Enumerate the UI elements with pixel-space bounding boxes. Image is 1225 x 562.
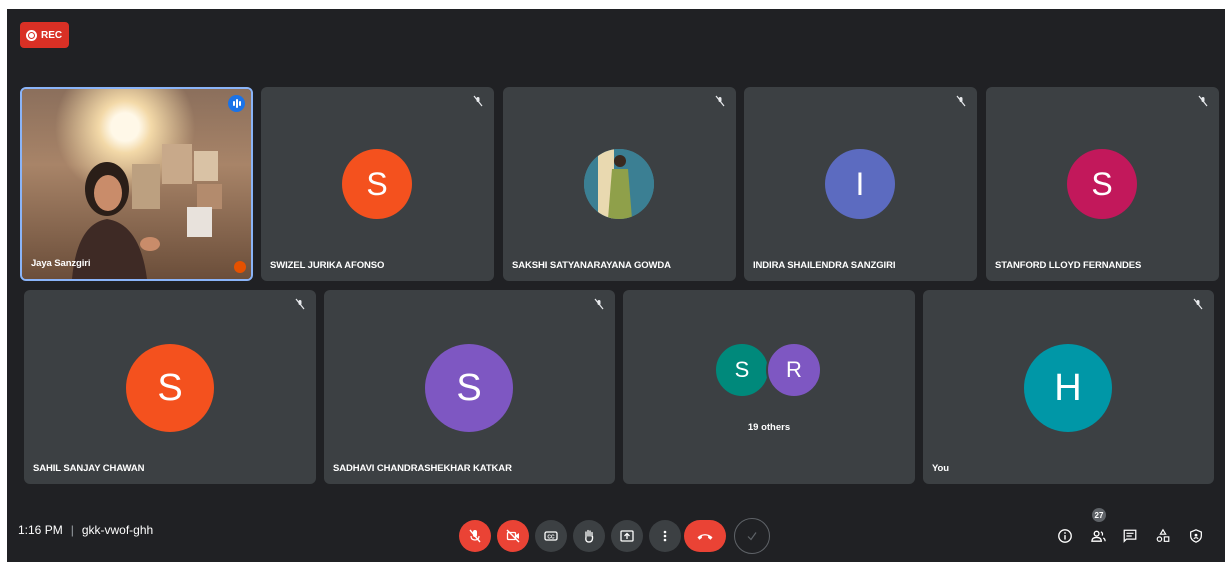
video-scene [72, 144, 246, 279]
mic-off-icon [715, 95, 725, 107]
others-tile[interactable]: S R 19 others [623, 290, 915, 484]
people-button[interactable] [1089, 527, 1107, 545]
people-icon [1090, 530, 1106, 542]
host-controls-button[interactable] [1187, 527, 1205, 545]
mic-toggle-button[interactable] [459, 520, 491, 552]
avatar: I [825, 149, 895, 219]
mic-off-icon [594, 298, 604, 310]
participant-name: SAKSHI SATYANARAYANA GOWDA [512, 260, 671, 271]
activities-button[interactable] [1154, 527, 1172, 545]
record-icon [26, 29, 37, 41]
host-controls-icon [1190, 529, 1202, 543]
participant-tile[interactable]: SAKSHI SATYANARAYANA GOWDA [503, 87, 736, 281]
recording-label: REC [41, 29, 63, 41]
leave-call-button[interactable] [684, 520, 726, 552]
meeting-stage: REC Jaya Sanzgiri S SWIZEL JURIKA AFONSO [7, 9, 1225, 562]
participant-name: SADHAVI CHANDRASHEKHAR KATKAR [333, 463, 512, 474]
chat-icon [1123, 529, 1137, 543]
avatar: S [342, 149, 412, 219]
mic-off-icon [1198, 95, 1208, 107]
captions-button[interactable]: CC [535, 520, 567, 552]
raise-hand-icon [585, 529, 594, 543]
camera-off-icon [506, 529, 520, 543]
self-tile[interactable]: H You [923, 290, 1214, 484]
present-screen-button[interactable] [611, 520, 643, 552]
avatar: H [1024, 344, 1112, 432]
more-options-icon [663, 530, 667, 542]
participant-name: SAHIL SANJAY CHAWAN [33, 463, 145, 474]
participants-count-badge: 27 [1092, 508, 1106, 522]
participant-tile[interactable]: I INDIRA SHAILENDRA SANZGIRI [744, 87, 977, 281]
mic-off-icon [1193, 298, 1203, 310]
avatar: S [1067, 149, 1137, 219]
avatar: S [126, 344, 214, 432]
meeting-info-button[interactable] [1056, 527, 1074, 545]
svg-text:CC: CC [547, 535, 555, 541]
meeting-code: gkk-vwof-ghh [81, 523, 154, 537]
activities-icon [1156, 528, 1170, 542]
captions-icon: CC [544, 531, 558, 541]
meeting-details: 1:16 PM | gkk-vwof-ghh [18, 523, 153, 537]
mic-off-icon [295, 298, 305, 310]
avatar: S [425, 344, 513, 432]
more-options-button[interactable] [649, 520, 681, 552]
check-button[interactable] [734, 518, 770, 554]
avatar: S [714, 342, 770, 398]
avatar-photo [584, 149, 654, 219]
participant-tile[interactable]: S SAHIL SANJAY CHAWAN [24, 290, 316, 484]
mic-off-icon [473, 95, 483, 107]
raise-hand-button[interactable] [573, 520, 605, 552]
participant-tile[interactable]: S STANFORD LLOYD FERNANDES [986, 87, 1219, 281]
recording-badge: REC [20, 22, 69, 48]
participant-name: Jaya Sanzgiri [31, 258, 91, 269]
present-screen-icon [620, 530, 634, 542]
info-icon [1058, 529, 1072, 543]
others-count: 19 others [747, 422, 791, 433]
speaking-indicator-icon [228, 95, 245, 112]
check-icon [747, 532, 757, 541]
participant-tile[interactable]: S SWIZEL JURIKA AFONSO [261, 87, 494, 281]
mic-off-icon [956, 95, 966, 107]
chat-button[interactable] [1121, 527, 1139, 545]
leave-call-icon [697, 534, 713, 540]
participant-name: You [932, 463, 949, 474]
avatar: R [766, 342, 822, 398]
participant-tile[interactable]: S SADHAVI CHANDRASHEKHAR KATKAR [324, 290, 615, 484]
participant-name: INDIRA SHAILENDRA SANZGIRI [753, 260, 896, 271]
mic-off-icon [469, 529, 481, 543]
camera-toggle-button[interactable] [497, 520, 529, 552]
participant-tile-jaya[interactable]: Jaya Sanzgiri [20, 87, 253, 281]
separator: | [70, 523, 74, 537]
participant-name: SWIZEL JURIKA AFONSO [270, 260, 385, 271]
clock: 1:16 PM [18, 523, 63, 537]
participant-name: STANFORD LLOYD FERNANDES [995, 260, 1142, 271]
profile-photo [584, 149, 654, 219]
